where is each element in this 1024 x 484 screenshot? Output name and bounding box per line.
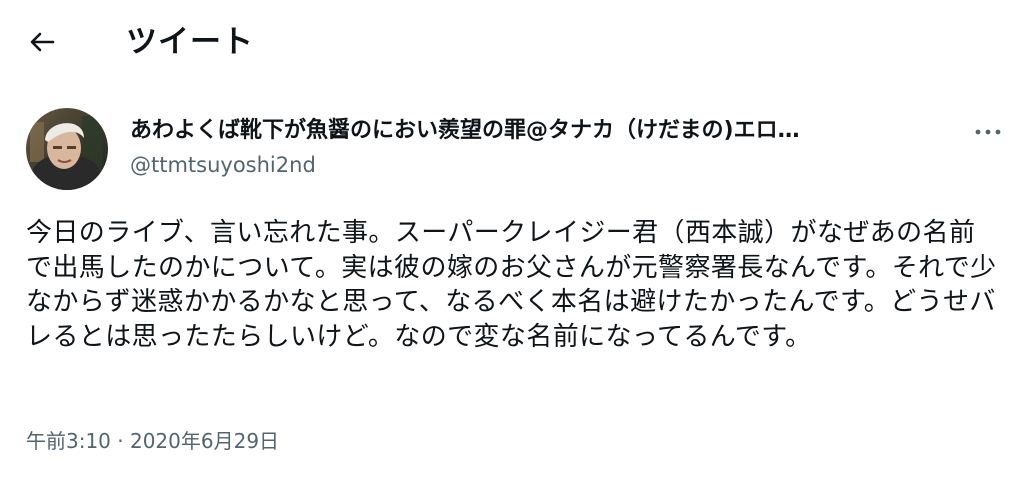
top-bar: ツイート	[0, 0, 1024, 84]
page-title: ツイート	[126, 24, 254, 60]
arrow-left-icon	[30, 32, 55, 52]
author-display-name[interactable]: あわよくば靴下が魚醤のにおい羨望の罪@タナカ（けだまの)エロ…	[130, 116, 930, 146]
profile-photo	[26, 108, 108, 190]
more-horizontal-icon	[975, 129, 1001, 135]
back-button[interactable]	[22, 22, 62, 62]
tweet-timestamp[interactable]: 午前3:10 · 2020年6月29日	[26, 426, 279, 456]
tweet-text: 今日のライブ、言い忘れた事。スーパークレイジー君（西本誠）がなぜあの名前で出馬し…	[26, 218, 997, 352]
more-options-button[interactable]	[968, 118, 1008, 146]
avatar[interactable]	[26, 108, 108, 190]
author-handle[interactable]: @ttmtsuyoshi2nd	[130, 150, 316, 180]
